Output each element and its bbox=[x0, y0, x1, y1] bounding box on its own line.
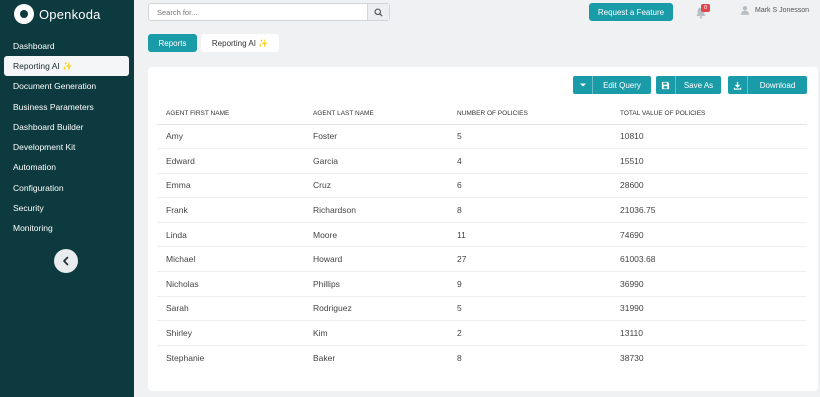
table-cell: Amy bbox=[157, 124, 304, 150]
table-cell: Moore bbox=[304, 222, 448, 248]
table-row: Linda Moore 11 74690 bbox=[157, 222, 807, 248]
table-cell: 10810 bbox=[611, 124, 807, 150]
save-as-button[interactable]: Save As bbox=[656, 76, 721, 94]
table-cell: Rodriguez bbox=[304, 296, 448, 322]
table-cell: Baker bbox=[313, 352, 336, 363]
table-cell: 11 bbox=[448, 222, 611, 248]
table-cell: Emma bbox=[157, 173, 304, 199]
column-header: AGENT FIRST NAME bbox=[157, 104, 304, 125]
sidebar-item-configuration[interactable]: Configuration bbox=[0, 178, 134, 198]
table-cell: 9 bbox=[448, 271, 611, 297]
tab-reports[interactable]: Reports bbox=[148, 34, 197, 52]
table-cell: Nicholas bbox=[157, 271, 304, 297]
request-feature-button[interactable]: Request a Feature bbox=[589, 3, 673, 21]
table-cell: Stephanie bbox=[166, 352, 205, 363]
sidebar-item-document-generation[interactable]: Document Generation bbox=[0, 76, 134, 96]
column-header: NUMBER OF POLICIES bbox=[448, 104, 611, 125]
sidebar-nav: Dashboard Reporting AI ✨ Document Genera… bbox=[0, 36, 134, 239]
sidebar-item-business-parameters[interactable]: Business Parameters bbox=[0, 97, 134, 117]
table-cell: 74690 bbox=[611, 222, 807, 248]
notification-badge: 0 bbox=[701, 4, 710, 12]
download-icon bbox=[728, 76, 748, 94]
search-button[interactable] bbox=[367, 4, 389, 20]
table-cell: Sarah bbox=[157, 296, 304, 322]
table-row: Amy Foster 5 10810 bbox=[157, 124, 807, 150]
table-cell: 6 bbox=[448, 173, 611, 199]
table-row: Michael Howard 27 61003.68 bbox=[157, 246, 807, 273]
table-cell: 13110 bbox=[611, 320, 807, 346]
sidebar-item-reporting-ai[interactable]: Reporting AI ✨ bbox=[4, 56, 129, 77]
app-name: Openkoda bbox=[39, 6, 101, 22]
caret-down-icon bbox=[573, 76, 593, 94]
table-row: Frank Richardson 8 21036.75 bbox=[157, 197, 807, 223]
sidebar: Openkoda Dashboard Reporting AI ✨ Docume… bbox=[0, 0, 134, 397]
save-icon bbox=[656, 76, 676, 94]
report-card: Edit Query Save As Download AGENT FIRST … bbox=[148, 67, 818, 391]
table-row: Sarah Rodriguez 5 31990 bbox=[157, 296, 807, 322]
table-cell: Kim bbox=[304, 320, 448, 346]
table-cell: 2 bbox=[448, 320, 611, 346]
table-cell: 5 bbox=[448, 296, 611, 322]
column-header: AGENT LAST NAME bbox=[304, 104, 448, 125]
download-button[interactable]: Download bbox=[728, 76, 807, 94]
table-cell: 4 bbox=[448, 148, 611, 174]
table-cell: Cruz bbox=[304, 173, 448, 199]
table-cell: Phillips bbox=[304, 271, 448, 297]
collapse-sidebar-button[interactable] bbox=[54, 249, 78, 273]
table-cell: 36990 bbox=[611, 271, 807, 297]
table-cell: 27 bbox=[448, 246, 611, 273]
table-row: Emma Cruz 6 28600 bbox=[157, 173, 807, 199]
table-cell: 8 bbox=[457, 352, 462, 363]
tab-reporting-ai[interactable]: Reporting AI ✨ bbox=[201, 34, 279, 52]
sidebar-item-monitoring[interactable]: Monitoring bbox=[0, 218, 134, 238]
edit-query-label: Edit Query bbox=[603, 80, 641, 90]
openkoda-logo-icon bbox=[14, 4, 34, 24]
user-icon bbox=[740, 6, 750, 15]
table-cell: Howard bbox=[304, 246, 448, 273]
search-input[interactable] bbox=[149, 4, 367, 20]
table-cell: 8 bbox=[448, 197, 611, 223]
table-cell: 28600 bbox=[611, 173, 807, 199]
table-row: Edward Garcia 4 15510 bbox=[157, 148, 807, 174]
save-as-label: Save As bbox=[683, 80, 714, 90]
table-cell: Foster bbox=[304, 124, 448, 150]
column-header: TOTAL VALUE OF POLICIES bbox=[611, 104, 807, 125]
chevron-left-icon bbox=[63, 256, 69, 266]
user-menu[interactable]: Mark S Jonesson bbox=[740, 5, 809, 15]
sidebar-item-dashboard[interactable]: Dashboard bbox=[0, 36, 134, 56]
table-cell: Richardson bbox=[304, 197, 448, 223]
sidebar-item-automation[interactable]: Automation bbox=[0, 157, 134, 177]
table-cell: 31990 bbox=[611, 296, 807, 322]
sidebar-item-dashboard-builder[interactable]: Dashboard Builder bbox=[0, 117, 134, 137]
table-cell: Frank bbox=[157, 197, 304, 223]
search-icon bbox=[374, 7, 383, 17]
table-cell: Linda bbox=[157, 222, 304, 248]
table-cell: 61003.68 bbox=[611, 246, 807, 273]
table-row: Stephanie Baker 8 38730 bbox=[157, 345, 807, 370]
brand[interactable]: Openkoda bbox=[14, 3, 101, 25]
edit-query-button[interactable]: Edit Query bbox=[573, 76, 651, 94]
report-table: AGENT FIRST NAME AGENT LAST NAME NUMBER … bbox=[157, 104, 807, 370]
table-row: Nicholas Phillips 9 36990 bbox=[157, 271, 807, 297]
user-name: Mark S Jonesson bbox=[755, 6, 810, 14]
table-cell: 38730 bbox=[620, 352, 644, 363]
download-label: Download bbox=[759, 80, 796, 90]
table-cell: 15510 bbox=[611, 148, 807, 174]
table-header-row: AGENT FIRST NAME AGENT LAST NAME NUMBER … bbox=[157, 104, 807, 125]
table-cell: Edward bbox=[157, 148, 304, 174]
search-box bbox=[148, 3, 390, 21]
table-cell: 5 bbox=[448, 124, 611, 150]
table-cell: Michael bbox=[157, 246, 304, 273]
table-cell: Shirley bbox=[157, 320, 304, 346]
table-cell: Garcia bbox=[304, 148, 448, 174]
table-row: Shirley Kim 2 13110 bbox=[157, 320, 807, 346]
table-cell: 21036.75 bbox=[611, 197, 807, 223]
sidebar-item-security[interactable]: Security bbox=[0, 198, 134, 218]
sidebar-item-development-kit[interactable]: Development Kit bbox=[0, 137, 134, 157]
